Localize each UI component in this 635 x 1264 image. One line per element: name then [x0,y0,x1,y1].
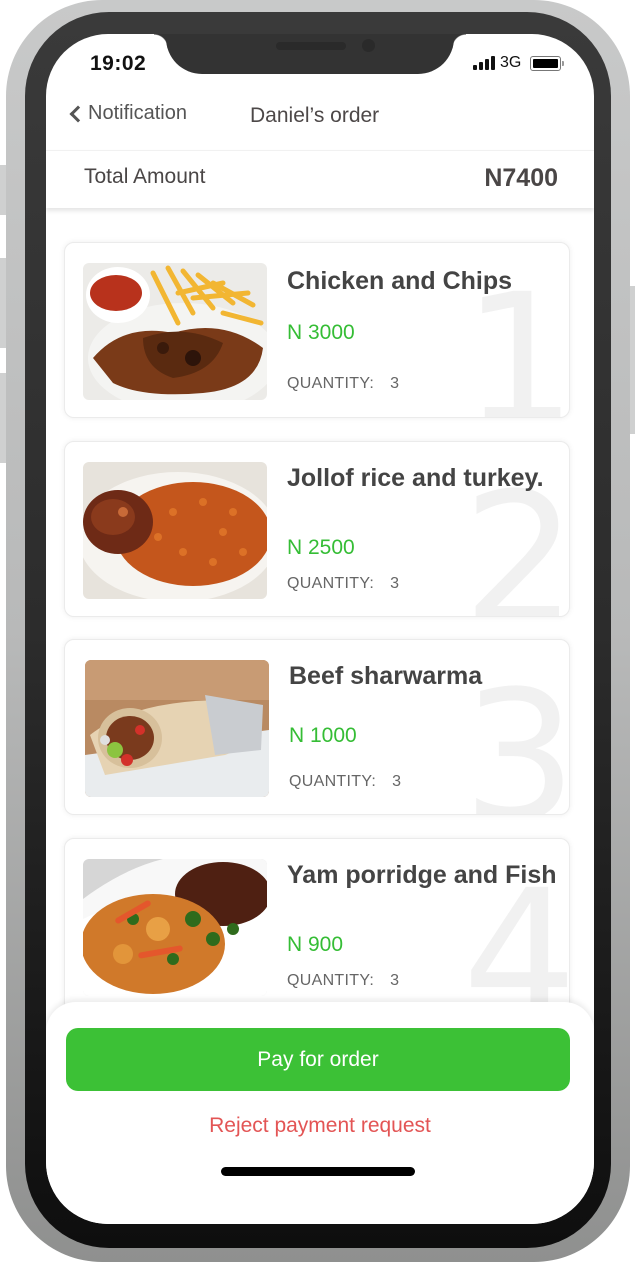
order-item-card[interactable]: 1 Chicken and Chips N 3000 QUANTITY: 3 [64,242,570,418]
quantity-label: QUANTITY: [287,575,375,592]
notch-corner [452,34,466,48]
back-label: Notification [88,102,187,124]
notch [166,34,454,74]
battery-icon [530,55,565,71]
yam-porridge-fish-photo [83,859,267,996]
quantity-value: 3 [390,375,400,392]
pay-for-order-button[interactable]: Pay for order [66,1028,570,1091]
item-name: Beef sharwarma [289,662,483,690]
item-quantity: QUANTITY: 3 [287,972,399,990]
item-quantity: QUANTITY: 3 [287,575,399,593]
item-price: N 900 [287,933,344,956]
quantity-label: QUANTITY: [287,375,375,392]
order-item-card[interactable]: 3 Beef sharwarma N 1000 QUANTITY: 3 [64,639,570,815]
item-name: Yam porridge and Fish [287,861,557,889]
page-title: Daniel’s order [250,104,380,127]
back-button[interactable]: Notification [68,102,187,125]
quantity-value: 3 [392,773,402,790]
network-type: 3G [500,54,522,71]
item-name: Chicken and Chips [287,267,513,295]
order-items-list[interactable]: 1 Chicken and Chips N 3000 QUANTITY: 3 2… [46,208,594,1038]
quantity-value: 3 [390,575,400,592]
order-item-card[interactable]: 4 Yam porridge and Fish N 900 QUANTITY: … [64,838,570,1014]
cellular-signal-icon [473,56,495,70]
item-price: N 2500 [287,536,355,559]
chicken-and-chips-photo [83,263,267,400]
quantity-label: QUANTITY: [289,773,377,790]
item-price: N 3000 [287,321,355,344]
camera-icon [362,39,375,52]
quantity-value: 3 [390,972,400,989]
item-name: Jollof rice and turkey. [287,464,544,492]
total-label: Total Amount [84,165,206,188]
phone-screen: 19:02 3G Notification Daniel’s order Tot… [46,34,594,1224]
item-quantity: QUANTITY: 3 [287,375,399,393]
nav-bar: Notification Daniel’s order [46,94,594,150]
status-indicators: 3G [473,54,565,72]
quantity-label: QUANTITY: [287,972,375,989]
status-time: 19:02 [90,52,147,75]
order-item-card[interactable]: 2 Jollof rice and turkey. N 2500 QUANTIT… [64,441,570,617]
chevron-left-icon [69,105,87,122]
beef-shawarma-photo [85,660,269,797]
home-indicator[interactable] [221,1167,415,1176]
action-sheet: Pay for order Reject payment request [46,1002,594,1224]
jollof-rice-turkey-photo [83,462,267,599]
item-quantity: QUANTITY: 3 [289,773,401,791]
item-price: N 1000 [289,724,357,747]
total-amount-bar: Total Amount N7400 [46,150,594,208]
reject-payment-link[interactable]: Reject payment request [46,1114,594,1138]
speaker-icon [276,42,346,50]
total-value: N7400 [484,164,558,192]
